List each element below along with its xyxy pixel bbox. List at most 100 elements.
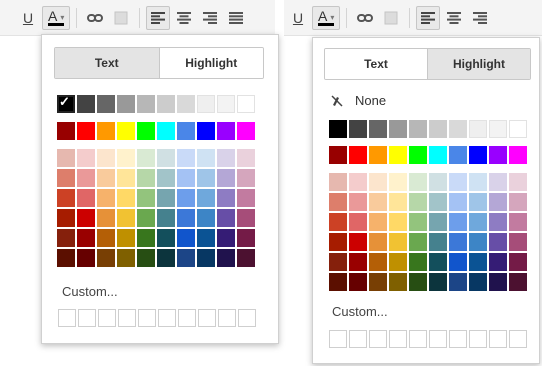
color-swatch[interactable] [237,149,255,167]
color-swatch[interactable] [237,189,255,207]
color-swatch[interactable] [449,253,467,271]
color-swatch[interactable] [349,233,367,251]
color-swatch[interactable] [469,146,487,164]
color-swatch[interactable] [57,249,75,267]
color-swatch[interactable] [449,193,467,211]
align-center-button[interactable] [442,6,466,30]
color-swatch[interactable] [469,193,487,211]
color-swatch[interactable] [157,95,175,113]
color-swatch[interactable] [157,169,175,187]
tab-highlight[interactable]: Highlight [427,49,530,79]
color-swatch[interactable] [117,122,135,140]
color-swatch[interactable] [97,149,115,167]
color-swatch[interactable] [217,169,235,187]
color-swatch[interactable] [469,213,487,231]
color-swatch[interactable] [137,149,155,167]
color-swatch[interactable] [57,189,75,207]
custom-color-slot[interactable] [98,309,116,327]
color-swatch[interactable] [509,253,527,271]
color-swatch[interactable] [177,122,195,140]
color-swatch[interactable] [489,173,507,191]
color-swatch[interactable] [177,229,195,247]
color-swatch[interactable] [77,95,95,113]
color-swatch[interactable] [509,120,527,138]
color-swatch[interactable] [389,233,407,251]
color-swatch[interactable] [57,122,75,140]
custom-color-slot[interactable] [78,309,96,327]
color-swatch[interactable] [157,209,175,227]
color-swatch[interactable] [489,233,507,251]
color-swatch[interactable] [57,169,75,187]
align-right-button[interactable] [198,6,222,30]
color-swatch[interactable] [137,209,155,227]
color-swatch[interactable] [429,273,447,291]
color-swatch[interactable] [197,249,215,267]
color-swatch[interactable] [409,193,427,211]
color-swatch[interactable] [449,213,467,231]
color-swatch[interactable] [117,169,135,187]
color-swatch[interactable] [117,95,135,113]
color-swatch[interactable] [197,229,215,247]
color-swatch[interactable] [469,253,487,271]
color-swatch[interactable] [137,122,155,140]
underline-button[interactable]: U [286,6,310,30]
color-swatch[interactable] [449,120,467,138]
color-swatch[interactable] [97,169,115,187]
color-swatch[interactable] [349,120,367,138]
color-swatch[interactable] [349,273,367,291]
color-swatch[interactable] [369,213,387,231]
color-swatch[interactable] [217,209,235,227]
color-swatch[interactable] [177,209,195,227]
custom-color-slot[interactable] [178,309,196,327]
color-swatch[interactable] [177,149,195,167]
color-swatch[interactable] [429,233,447,251]
color-swatch[interactable] [329,120,347,138]
color-swatch[interactable] [77,249,95,267]
custom-color-slot[interactable] [349,330,367,348]
color-swatch[interactable] [329,233,347,251]
color-swatch[interactable] [137,169,155,187]
color-swatch[interactable] [409,253,427,271]
align-left-button[interactable] [146,5,171,30]
custom-color-link[interactable]: Custom... [332,304,388,319]
color-swatch[interactable] [237,95,255,113]
align-center-button[interactable] [172,6,196,30]
color-swatch[interactable] [449,233,467,251]
custom-color-slot[interactable] [329,330,347,348]
color-swatch[interactable] [489,253,507,271]
custom-color-slot[interactable] [238,309,256,327]
custom-color-slot[interactable] [429,330,447,348]
color-swatch[interactable] [157,229,175,247]
color-swatch[interactable] [489,213,507,231]
custom-color-slot[interactable] [218,309,236,327]
color-swatch[interactable] [409,273,427,291]
align-right-button[interactable] [468,6,492,30]
color-swatch[interactable] [409,146,427,164]
tab-highlight[interactable]: Highlight [158,48,263,78]
color-swatch[interactable] [349,213,367,231]
color-swatch[interactable] [349,253,367,271]
color-swatch[interactable] [177,169,195,187]
color-swatch[interactable] [389,273,407,291]
color-swatch[interactable] [429,213,447,231]
color-swatch[interactable] [429,120,447,138]
color-swatch[interactable] [177,249,195,267]
no-highlight-option[interactable]: None [331,93,386,108]
custom-color-link[interactable]: Custom... [62,284,118,299]
color-swatch[interactable] [217,122,235,140]
color-swatch[interactable] [509,173,527,191]
color-swatch[interactable] [77,209,95,227]
color-swatch[interactable] [157,149,175,167]
color-swatch[interactable] [389,120,407,138]
align-left-button[interactable] [416,5,441,30]
underline-button[interactable]: U [16,6,40,30]
color-swatch[interactable] [77,229,95,247]
color-swatch[interactable] [329,173,347,191]
tab-text[interactable]: Text [325,49,427,79]
insert-link-button[interactable] [353,6,377,30]
color-swatch[interactable] [389,173,407,191]
color-swatch[interactable] [57,94,75,113]
color-swatch[interactable] [237,209,255,227]
custom-color-slot[interactable] [369,330,387,348]
color-swatch[interactable] [117,249,135,267]
